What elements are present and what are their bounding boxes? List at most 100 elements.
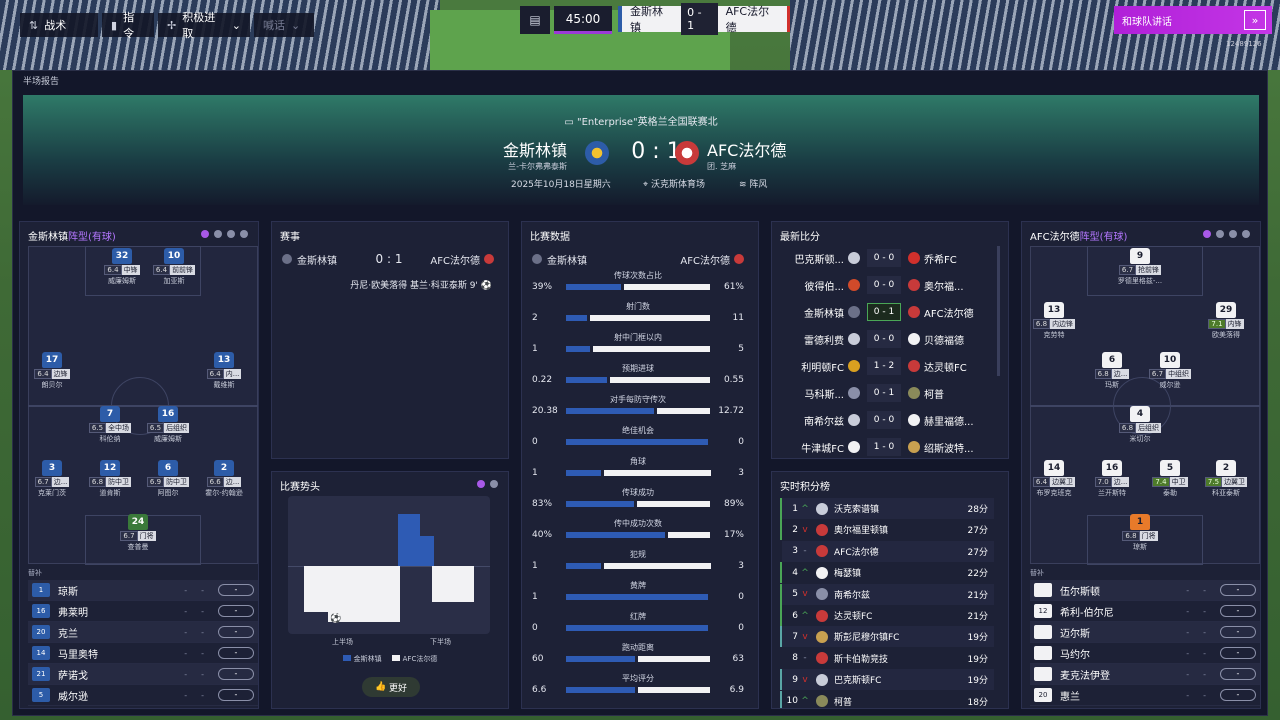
sub-name[interactable]: 马里奥特 [58, 646, 184, 661]
player-card[interactable]: 29 7.1 内锋 欧美落得 [1203, 302, 1249, 340]
page-dot[interactable] [1203, 230, 1211, 238]
page-dot[interactable] [240, 230, 248, 238]
sub-name[interactable]: 迈尔斯 [1060, 625, 1186, 640]
sub-row[interactable]: 20 克兰 - - - [28, 622, 258, 643]
sub-action-button[interactable]: - [1220, 647, 1256, 659]
home-lineup-title[interactable]: 金斯林镇阵型(有球) [28, 228, 116, 243]
sub-name[interactable]: 威尔逊 [58, 688, 184, 703]
home-page-dots[interactable] [201, 230, 248, 238]
sub-row[interactable]: 麦克法伊登 - - - [1030, 664, 1260, 685]
page-dot[interactable] [201, 230, 209, 238]
page-dot[interactable] [1216, 230, 1224, 238]
sub-row[interactable]: 16 弗莱明 - - - [28, 601, 258, 622]
goal-event[interactable]: 丹尼·欧美落得 基兰·科亚泰斯 9' ⚽ [350, 278, 492, 291]
sub-name[interactable]: 希利-伯尔尼 [1060, 604, 1186, 619]
sub-action-button[interactable]: - [218, 626, 254, 638]
sub-action-button[interactable]: - [218, 584, 254, 596]
sub-name[interactable]: 麦克法伊登 [1060, 667, 1186, 682]
result-row[interactable]: 马科斯... 0 - 1 柯普 [780, 381, 992, 405]
sub-action-button[interactable]: - [1220, 668, 1256, 680]
player-card[interactable]: 5 7.4 中卫 泰勒 [1147, 460, 1193, 498]
sub-row[interactable]: 迈尔斯 - - - [1030, 622, 1260, 643]
away-team-block[interactable]: AFC法尔德 团. 芝麻 [707, 137, 786, 172]
page-dot[interactable] [1242, 230, 1250, 238]
table-row[interactable]: 5 v 南希尔兹 21分 [780, 583, 994, 605]
player-card[interactable]: 9 6.7 抢前锋 罗德里格兹-... [1117, 248, 1163, 286]
table-row[interactable]: 9 v 巴克斯顿FC 19分 [780, 669, 994, 691]
player-card[interactable]: 13 6.4 内... 戴维斯 [201, 352, 247, 390]
sub-row[interactable]: 14 马里奥特 - - - [28, 643, 258, 664]
page-dot[interactable] [490, 480, 498, 488]
sub-row[interactable]: 5 威尔逊 - - - [28, 685, 258, 706]
result-row[interactable]: 利明顿FC 1 - 2 达灵顿FC [780, 354, 992, 378]
scrollbar[interactable] [997, 246, 1000, 376]
sub-action-button[interactable]: - [1220, 689, 1256, 701]
table-row[interactable]: 8- 斯卡伯勒竞技 19分 [780, 647, 994, 669]
player-card[interactable]: 17 6.4 边锋 朗贝尔 [29, 352, 75, 390]
player-card[interactable]: 10 6.7 中组织 威尔逊 [1147, 352, 1193, 390]
table-row[interactable]: 4 ^ 梅瑟镇 22分 [780, 562, 994, 584]
player-card[interactable]: 1 6.8 门将 琼斯 [1117, 514, 1163, 552]
sub-name[interactable]: 萨诺戈 [58, 667, 184, 682]
page-dot[interactable] [1229, 230, 1237, 238]
sub-row[interactable]: 20 惠兰 - - - [1030, 685, 1260, 706]
page-dot[interactable] [214, 230, 222, 238]
sub-name[interactable]: 伍尔斯顿 [1060, 583, 1186, 598]
sub-row[interactable]: 伍尔斯顿 - - - [1030, 580, 1260, 601]
forward-icon[interactable]: » [1244, 10, 1266, 30]
player-card[interactable]: 32 6.4 中锋 威廉姆斯 [99, 248, 145, 286]
player-card[interactable]: 6 6.9 防中卫 阿图尔 [145, 460, 191, 498]
player-card[interactable]: 7 6.5 全中场 科伦纳 [87, 406, 133, 444]
table-row[interactable]: 7 v 斯彭尼穆尔镇FC 19分 [780, 626, 994, 648]
sub-action-button[interactable]: - [1220, 584, 1256, 596]
match-screen-icon[interactable]: ▤ [520, 6, 550, 34]
shout-button[interactable]: 喊话 ⌄ [254, 13, 314, 37]
sub-action-button[interactable]: - [218, 605, 254, 617]
result-row[interactable]: 金斯林镇 0 - 1 AFC法尔德 [780, 300, 992, 324]
player-card[interactable]: 24 6.7 门将 查普曼 [115, 514, 161, 552]
player-card[interactable]: 2 7.5 边翼卫 科亚泰斯 [1203, 460, 1249, 498]
player-card[interactable]: 4 6.8 后组织 米切尔 [1117, 406, 1163, 444]
tactics-button[interactable]: ⇅ 战术 [20, 13, 98, 37]
momentum-dots[interactable] [477, 480, 498, 488]
sub-action-button[interactable]: - [218, 668, 254, 680]
instructions-button[interactable]: ▮ 指令 [102, 11, 154, 40]
sub-name[interactable]: 马约尔 [1060, 646, 1186, 661]
sub-name[interactable]: 惠兰 [1060, 688, 1186, 703]
page-dot[interactable] [477, 480, 485, 488]
table-row[interactable]: 3- AFC法尔德 27分 [780, 540, 994, 562]
sub-name[interactable]: 克兰 [58, 625, 184, 640]
page-dot[interactable] [227, 230, 235, 238]
player-card[interactable]: 16 7.0 边... 兰开斯特 [1089, 460, 1135, 498]
away-lineup-title[interactable]: AFC法尔德阵型(有球) [1030, 228, 1127, 243]
player-card[interactable]: 2 6.6 边... 霍尔-约翰逊 [201, 460, 247, 498]
result-row[interactable]: 彼得伯... 0 - 0 奥尔福... [780, 273, 992, 297]
player-card[interactable]: 13 6.8 内边锋 克劳特 [1031, 302, 1077, 340]
better-button[interactable]: 👍 更好 [362, 677, 420, 697]
table-row[interactable]: 6 ^ 达灵顿FC 21分 [780, 605, 994, 626]
mentality-dropdown[interactable]: ✢ 积极进取 ⌄ [158, 11, 250, 40]
sub-action-button[interactable]: - [218, 689, 254, 701]
result-row[interactable]: 巴克斯顿... 0 - 0 乔希FC [780, 246, 992, 270]
sub-name[interactable]: 弗莱明 [58, 604, 184, 619]
away-team-name[interactable]: AFC法尔德 [707, 137, 786, 161]
away-page-dots[interactable] [1203, 230, 1250, 238]
sub-action-button[interactable]: - [1220, 626, 1256, 638]
table-row[interactable]: 1 ^ 沃克索谱镇 28分 [780, 498, 994, 519]
player-card[interactable]: 14 6.4 边翼卫 布罗克班克 [1031, 460, 1077, 498]
result-row[interactable]: 南希尔兹 0 - 0 赫里福德... [780, 408, 992, 432]
player-card[interactable]: 16 6.5 后组织 威廉姆斯 [145, 406, 191, 444]
home-team-name[interactable]: 金斯林镇 [503, 137, 567, 161]
result-row[interactable]: 雷德利费 0 - 0 贝德福德 [780, 327, 992, 351]
home-team-block[interactable]: 金斯林镇 兰-卡尔弗弗泰斯 [503, 137, 567, 172]
sub-name[interactable]: 琼斯 [58, 583, 184, 598]
table-row[interactable]: 2 v 奥尔福里顿镇 27分 [780, 519, 994, 541]
sub-action-button[interactable]: - [218, 647, 254, 659]
team-talk-button[interactable]: 和球队讲话 » [1114, 6, 1272, 34]
player-card[interactable]: 3 6.7 边... 克莱门茨 [29, 460, 75, 498]
sub-action-button[interactable]: - [1220, 605, 1256, 617]
result-row[interactable]: 牛津城FC 1 - 0 绍斯波特... [780, 435, 992, 459]
player-card[interactable]: 12 6.8 防中卫 道肯斯 [87, 460, 133, 498]
player-card[interactable]: 10 6.4 前前锋 加亚斯 [151, 248, 197, 286]
player-card[interactable]: 6 6.8 边... 玛斯 [1089, 352, 1135, 390]
